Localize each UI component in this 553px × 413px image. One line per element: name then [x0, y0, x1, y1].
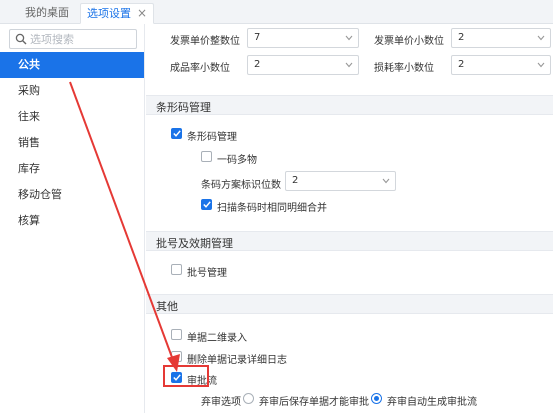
loss-dec-digits-label: 损耗率小数位 [374, 63, 434, 74]
sidebar-item-public[interactable]: 公共 [0, 52, 144, 78]
chevron-down-icon [537, 62, 545, 68]
invoice-dec-digits-select[interactable]: 2 [451, 28, 551, 48]
search-icon [15, 33, 27, 45]
multi-code-label: 一码多物 [217, 155, 257, 166]
barcode-enable-checkbox[interactable] [171, 128, 182, 139]
annotation-highlight-box [163, 365, 209, 387]
loss-dec-digits-select[interactable]: 2 [451, 55, 551, 75]
section-other-header: 其他 [146, 294, 553, 314]
scheme-digits-label: 条码方案标识位数 [201, 180, 281, 191]
chevron-down-icon [345, 35, 353, 41]
yield-dec-digits-select[interactable]: 2 [247, 55, 359, 75]
approval-option-1-label: 弃审后保存单据才能审批 [259, 397, 369, 408]
main-content: 发票单价整数位 7 发票单价小数位 2 成品率小数位 2 损耗率小数位 2 条形… [146, 24, 553, 413]
chevron-down-icon [345, 62, 353, 68]
section-batch-title: 批号及效期管理 [156, 237, 233, 250]
tab-options-settings[interactable]: 选项设置 × [80, 3, 154, 24]
merge-same-checkbox[interactable] [201, 199, 212, 210]
yield-dec-digits-label: 成品率小数位 [170, 63, 230, 74]
search-box [9, 29, 137, 49]
section-barcode-header: 条形码管理 [146, 95, 553, 115]
merge-same-label: 扫描条码时相同明细合并 [217, 203, 327, 214]
delete-log-label: 删除单据记录详细日志 [187, 355, 287, 366]
invoice-dec-digits-value: 2 [458, 32, 465, 43]
tab-my-desktop[interactable]: 我的桌面 [17, 3, 77, 24]
tab-options-settings-label: 选项设置 [87, 7, 131, 20]
qr-entry-checkbox[interactable] [171, 329, 182, 340]
section-other-title: 其他 [156, 300, 178, 313]
sidebar-item-inventory[interactable]: 库存 [0, 156, 144, 182]
sidebar-item-accounts[interactable]: 往来 [0, 104, 144, 130]
invoice-dec-digits-label: 发票单价小数位 [374, 36, 444, 47]
qr-entry-label: 单据二维录入 [187, 333, 247, 344]
close-icon[interactable]: × [137, 4, 147, 23]
approval-option-2-radio[interactable] [371, 393, 382, 404]
section-barcode-title: 条形码管理 [156, 101, 211, 114]
barcode-enable-label: 条形码管理 [187, 132, 237, 143]
batch-enable-label: 批号管理 [187, 268, 227, 279]
sidebar-item-purchase[interactable]: 采购 [0, 78, 144, 104]
invoice-int-digits-label: 发票单价整数位 [170, 36, 240, 47]
invoice-int-digits-select[interactable]: 7 [247, 28, 359, 48]
batch-enable-checkbox[interactable] [171, 264, 182, 275]
scheme-digits-select[interactable]: 2 [285, 171, 396, 191]
tab-bar: 我的桌面 选项设置 × [0, 0, 553, 24]
search-input[interactable] [30, 31, 134, 47]
check-icon [203, 201, 211, 208]
invoice-int-digits-value: 7 [254, 32, 261, 43]
chevron-down-icon [537, 35, 545, 41]
delete-log-checkbox[interactable] [171, 351, 182, 362]
sidebar-item-accounting[interactable]: 核算 [0, 208, 144, 234]
sidebar-item-mobile-warehouse[interactable]: 移动仓管 [0, 182, 144, 208]
check-icon [173, 130, 181, 137]
approval-option-1-radio[interactable] [243, 393, 254, 404]
loss-dec-digits-value: 2 [458, 59, 465, 70]
scheme-digits-value: 2 [292, 175, 299, 186]
sidebar: 公共 采购 往来 销售 库存 移动仓管 核算 [0, 24, 145, 413]
section-batch-header: 批号及效期管理 [146, 231, 553, 251]
multi-code-checkbox[interactable] [201, 151, 212, 162]
approval-option-2-label: 弃审自动生成审批流 [387, 397, 477, 408]
chevron-down-icon [382, 178, 390, 184]
yield-dec-digits-value: 2 [254, 59, 261, 70]
sidebar-item-sales[interactable]: 销售 [0, 130, 144, 156]
approval-options-label: 弃审选项 [201, 397, 241, 408]
